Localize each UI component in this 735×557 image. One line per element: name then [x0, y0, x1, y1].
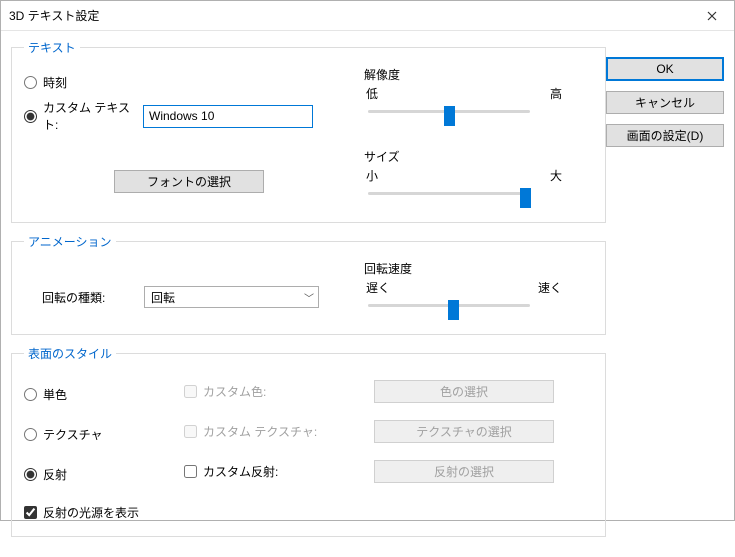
dialog-body: テキスト 時刻 カスタム テキスト: フォントの選択 — [1, 31, 734, 557]
checkbox-custom-texture — [184, 425, 197, 438]
titlebar: 3D テキスト設定 — [1, 1, 734, 31]
custom-text-input[interactable] — [143, 105, 313, 128]
rotation-type-value: 回転 — [151, 289, 175, 306]
checkbox-custom-color — [184, 385, 197, 398]
checkbox-custom-color-label: カスタム色: — [203, 383, 266, 400]
dialog-window: 3D テキスト設定 テキスト 時刻 カスタム テキスト: — [0, 0, 735, 521]
animation-group-legend: アニメーション — [24, 233, 116, 250]
resolution-slider-box: 解像度 低 高 — [364, 64, 564, 128]
choose-texture-button: テクスチャの選択 — [374, 420, 554, 443]
size-slider[interactable] — [364, 186, 534, 210]
style-group-legend: 表面のスタイル — [24, 345, 116, 362]
text-group-legend: テキスト — [24, 39, 80, 56]
radio-texture[interactable] — [24, 428, 37, 441]
checkbox-show-specular-label: 反射の光源を表示 — [43, 504, 139, 521]
size-large-label: 大 — [550, 167, 562, 184]
radio-reflection[interactable] — [24, 468, 37, 481]
resolution-slider[interactable] — [364, 104, 534, 128]
radio-time-label: 時刻 — [43, 74, 67, 91]
animation-group: アニメーション 回転の種類: 回転 ﹀ 回転速度 遅く — [11, 233, 606, 335]
left-column: テキスト 時刻 カスタム テキスト: フォントの選択 — [11, 39, 606, 547]
rotation-type-combo[interactable]: 回転 ﹀ — [144, 286, 319, 308]
choose-reflection-button: 反射の選択 — [374, 460, 554, 483]
checkbox-custom-texture-label: カスタム テクスチャ: — [203, 423, 317, 440]
speed-slider-box: 回転速度 遅く 速く — [364, 258, 564, 322]
resolution-high-label: 高 — [550, 85, 562, 102]
right-column: OK キャンセル 画面の設定(D) — [606, 39, 724, 547]
resolution-low-label: 低 — [366, 85, 378, 102]
style-grid: 単色 カスタム色: 色の選択 テクスチャ カスタム テクスチャ: — [24, 376, 593, 486]
window-title: 3D テキスト設定 — [9, 7, 689, 24]
speed-slow-label: 遅く — [366, 279, 390, 296]
speed-fast-label: 速く — [538, 279, 562, 296]
choose-color-button: 色の選択 — [374, 380, 554, 403]
close-button[interactable] — [689, 1, 734, 31]
text-sliders: 解像度 低 高 サイズ — [364, 64, 564, 210]
radio-solid-color[interactable] — [24, 388, 37, 401]
choose-font-button[interactable]: フォントの選択 — [114, 170, 264, 193]
text-left-block: 時刻 カスタム テキスト: フォントの選択 — [24, 64, 364, 193]
radio-custom-text[interactable] — [24, 110, 37, 123]
speed-slider[interactable] — [364, 298, 534, 322]
radio-reflection-label: 反射 — [43, 466, 67, 483]
radio-texture-label: テクスチャ — [43, 426, 103, 443]
size-small-label: 小 — [366, 167, 378, 184]
checkbox-custom-reflection[interactable] — [184, 465, 197, 478]
ok-button[interactable]: OK — [606, 57, 724, 81]
radio-solid-color-label: 単色 — [43, 386, 67, 403]
cancel-button[interactable]: キャンセル — [606, 91, 724, 114]
display-settings-button[interactable]: 画面の設定(D) — [606, 124, 724, 147]
style-group: 表面のスタイル 単色 カスタム色: 色の選択 テクスチャ — [11, 345, 606, 537]
text-group: テキスト 時刻 カスタム テキスト: フォントの選択 — [11, 39, 606, 223]
size-slider-box: サイズ 小 大 — [364, 146, 564, 210]
radio-custom-text-label: カスタム テキスト: — [43, 99, 143, 133]
rotation-type-label: 回転の種類: — [24, 289, 144, 306]
radio-time[interactable] — [24, 76, 37, 89]
chevron-down-icon: ﹀ — [304, 290, 314, 305]
checkbox-custom-reflection-label: カスタム反射: — [203, 463, 278, 480]
size-title: サイズ — [364, 148, 564, 165]
checkbox-show-specular[interactable] — [24, 506, 37, 519]
speed-title: 回転速度 — [364, 260, 564, 277]
resolution-title: 解像度 — [364, 66, 564, 83]
